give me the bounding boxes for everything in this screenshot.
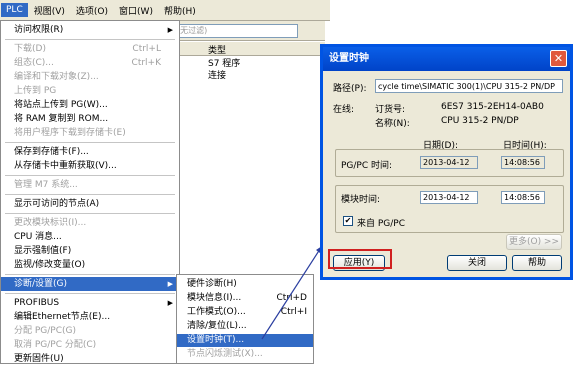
- more-button[interactable]: 更多(O) >>: [506, 234, 562, 250]
- module-date-field[interactable]: 2013-04-12: [420, 191, 478, 204]
- name-label: 名称(N):: [375, 119, 410, 129]
- module-time-label: 模块时间:: [341, 195, 381, 205]
- close-icon[interactable]: ✕: [550, 50, 567, 67]
- apply-highlight-box: [328, 249, 392, 269]
- from-pgpc-checkbox[interactable]: ✔: [343, 216, 353, 226]
- online-label: 在线:: [333, 105, 355, 115]
- path-label: 路径(P):: [333, 84, 367, 94]
- order-value: 6ES7 315-2EH14-0AB0: [441, 102, 544, 112]
- set-clock-dialog: 设置时钟 ✕ 路径(P): cycle time\SIMATIC 300(1)\…: [320, 44, 573, 280]
- help-button[interactable]: 帮助: [512, 255, 562, 271]
- pgpc-time-field: 14:08:56: [501, 156, 545, 169]
- order-label: 订货号:: [375, 105, 406, 115]
- pgpc-time-label: PG/PC 时间:: [341, 161, 393, 171]
- name-value: CPU 315-2 PN/DP: [441, 116, 519, 126]
- dialog-title: 设置时钟: [323, 47, 570, 71]
- pgpc-date-field: 2013-04-12: [420, 156, 478, 169]
- from-pgpc-label: 来自 PG/PC: [357, 219, 406, 229]
- module-time-field[interactable]: 14:08:56: [501, 191, 545, 204]
- close-button[interactable]: 关闭: [447, 255, 507, 271]
- path-field: cycle time\SIMATIC 300(1)\CPU 315-2 PN/D…: [375, 79, 563, 93]
